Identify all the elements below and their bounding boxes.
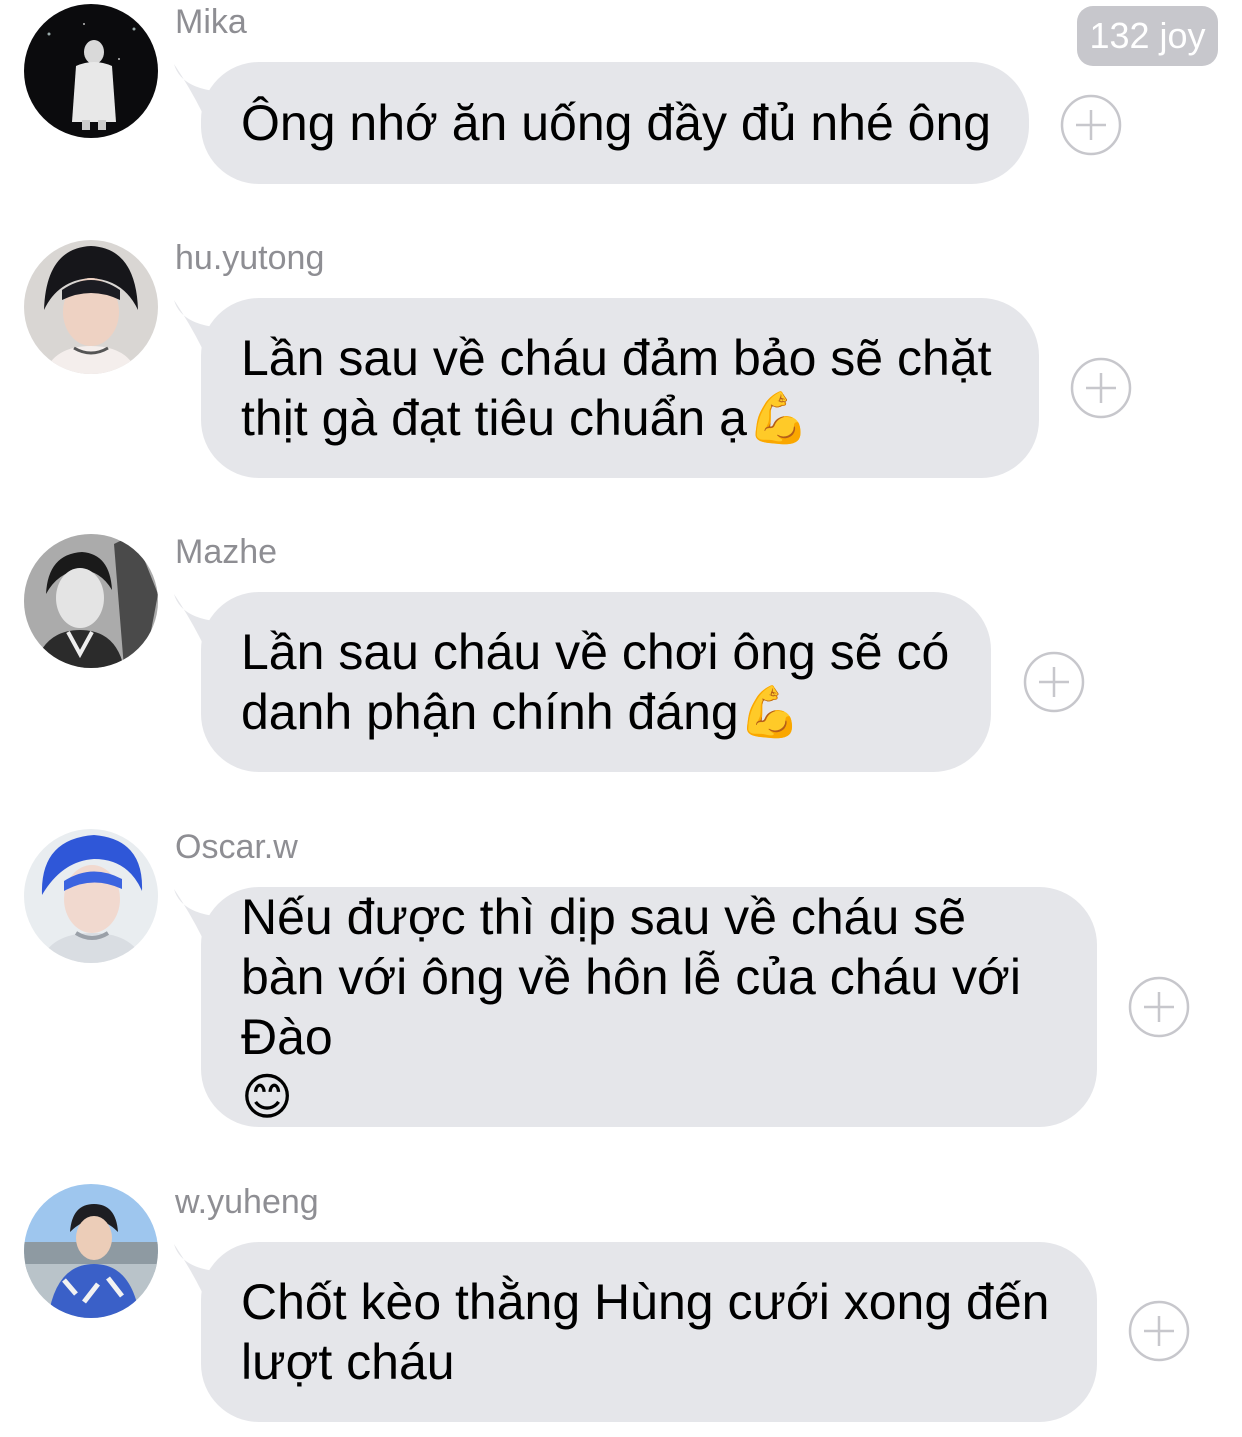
avatar-mika-icon (24, 4, 158, 138)
comment-item: hu.yutong Lần sau về cháu đảm bảo sẽ chặ… (0, 236, 1242, 486)
avatar[interactable] (24, 534, 158, 668)
add-reaction-button[interactable] (1128, 976, 1190, 1038)
add-reaction-button[interactable] (1070, 357, 1132, 419)
comment-bubble: Nếu được thì dịp sau về cháu sẽ bàn với … (201, 887, 1097, 1127)
avatar[interactable] (24, 829, 158, 963)
plus-circle-icon (1060, 94, 1122, 156)
comment-item: Mazhe Lần sau cháu về chơi ông sẽ có dan… (0, 530, 1242, 780)
comment-bubble: Lần sau cháu về chơi ông sẽ có danh phận… (201, 592, 991, 772)
add-reaction-button[interactable] (1060, 94, 1122, 156)
avatar[interactable] (24, 4, 158, 138)
comment-item: Oscar.w Nếu được thì dịp sau về cháu sẽ … (0, 825, 1242, 1135)
avatar-hu-yutong-icon (24, 240, 158, 374)
add-reaction-button[interactable] (1023, 651, 1085, 713)
comment-text: Lần sau cháu về chơi ông sẽ có danh phận… (241, 624, 950, 740)
comment-text: Ông nhớ ăn uống đầy đủ nhé ông (241, 95, 992, 151)
avatar[interactable] (24, 1184, 158, 1318)
username[interactable]: hu.yutong (175, 236, 324, 280)
plus-circle-icon (1128, 1300, 1190, 1362)
username[interactable]: w.yuheng (175, 1180, 319, 1224)
plus-circle-icon (1070, 357, 1132, 419)
avatar-oscar-w-icon (24, 829, 158, 963)
comment-bubble: Ông nhớ ăn uống đầy đủ nhé ông (201, 62, 1029, 184)
smiling-face-emoji: 😊 (241, 1069, 294, 1125)
avatar-w-yuheng-icon (24, 1184, 158, 1318)
flexed-biceps-emoji: 💪 (738, 684, 801, 740)
add-reaction-button[interactable] (1128, 1300, 1190, 1362)
avatar[interactable] (24, 240, 158, 374)
comment-item: Mika Ông nhớ ăn uống đầy đủ nhé ông (0, 0, 1242, 200)
plus-circle-icon (1023, 651, 1085, 713)
flexed-biceps-emoji: 💪 (746, 390, 810, 446)
username[interactable]: Mazhe (175, 530, 277, 574)
username[interactable]: Oscar.w (175, 825, 298, 869)
comment-text: Lần sau về cháu đảm bảo sẽ chặt thịt gà … (241, 330, 992, 446)
comment-text: Nếu được thì dịp sau về cháu sẽ bàn với … (241, 889, 1021, 1125)
comment-item: w.yuheng Chốt kèo thằng Hùng cưới xong đ… (0, 1180, 1242, 1430)
comment-text: Chốt kèo thằng Hùng cưới xong đến lượt c… (241, 1274, 1050, 1390)
avatar-mazhe-icon (24, 534, 158, 668)
comment-bubble: Chốt kèo thằng Hùng cưới xong đến lượt c… (201, 1242, 1097, 1422)
comment-bubble: Lần sau về cháu đảm bảo sẽ chặt thịt gà … (201, 298, 1039, 478)
plus-circle-icon (1128, 976, 1190, 1038)
username[interactable]: Mika (175, 0, 247, 44)
